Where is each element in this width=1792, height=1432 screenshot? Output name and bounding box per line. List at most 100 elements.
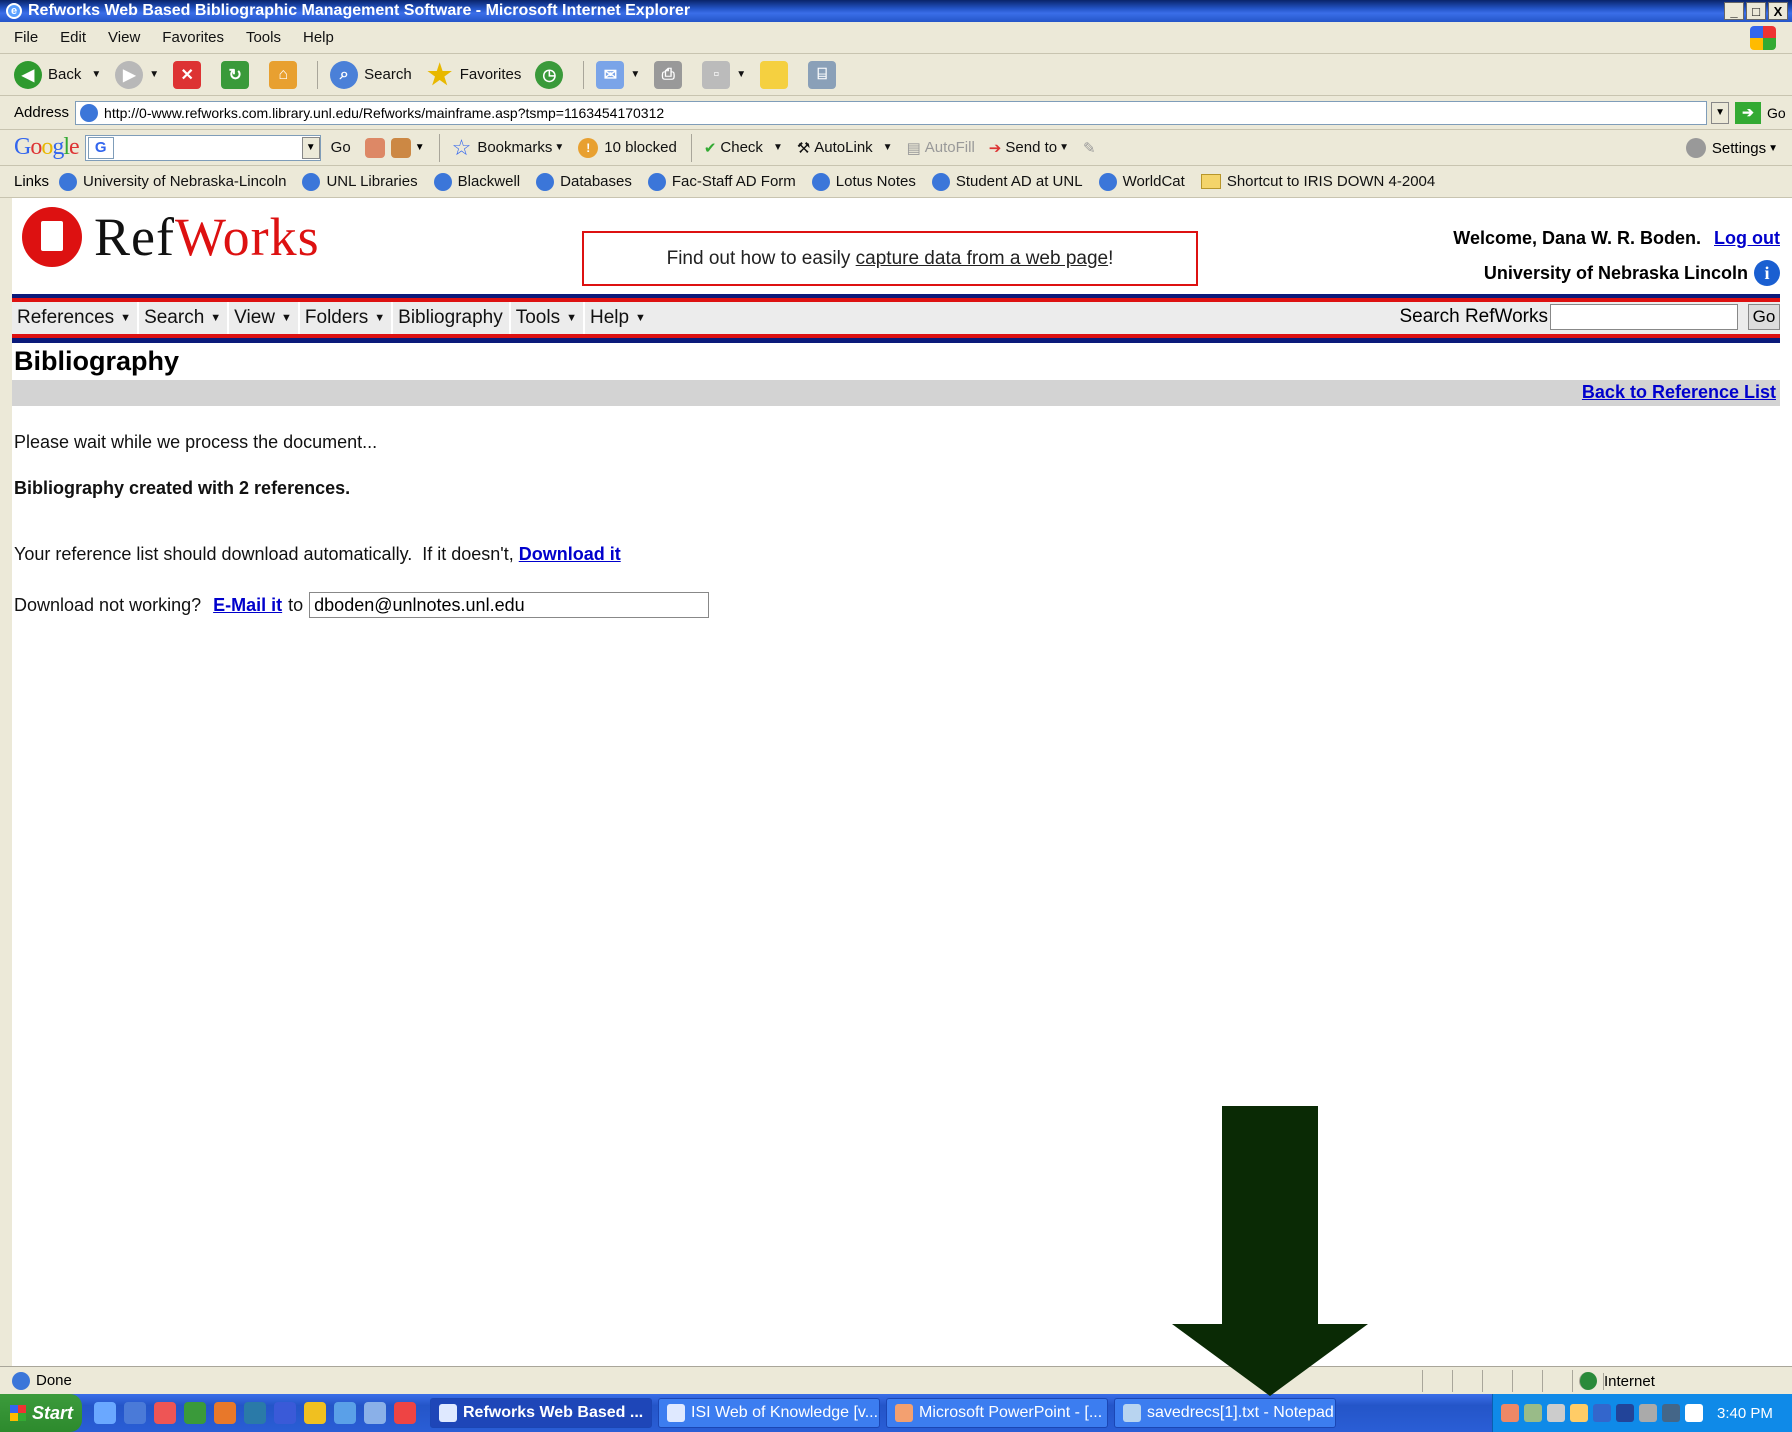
pagerank-dropdown-icon[interactable]: ▼ xyxy=(415,142,425,153)
link-fac-staff[interactable]: Fac-Staff AD Form xyxy=(647,172,796,191)
edit-button[interactable]: ▫ ▼ xyxy=(702,60,746,89)
link-student-ad[interactable]: Student AD at UNL xyxy=(931,172,1083,191)
tray-icon[interactable] xyxy=(1685,1404,1703,1422)
search-refworks-input[interactable] xyxy=(1550,304,1738,330)
nav-help[interactable]: Help ▼ xyxy=(585,302,652,334)
refresh-button[interactable]: ↻ xyxy=(221,60,255,89)
menu-tools[interactable]: Tools xyxy=(246,29,281,46)
mail-dropdown-icon[interactable]: ▼ xyxy=(630,69,640,80)
download-not-working-text: Download not working? xyxy=(14,594,202,615)
google-search-input[interactable]: G ▼ xyxy=(84,134,321,161)
refworks-search: Search RefWorks Go xyxy=(1399,304,1780,330)
google-g-icon[interactable]: G xyxy=(87,136,114,159)
tray-icon[interactable] xyxy=(1501,1404,1519,1422)
nav-references[interactable]: References ▼ xyxy=(12,302,140,334)
tray-icon[interactable] xyxy=(1616,1404,1634,1422)
forward-dropdown-icon[interactable]: ▼ xyxy=(149,69,159,80)
excel-quicklaunch-icon[interactable] xyxy=(184,1402,206,1424)
capture-data-link[interactable]: capture data from a web page xyxy=(856,248,1108,270)
tray-icon[interactable] xyxy=(1593,1404,1611,1422)
mail-button[interactable]: ✉ ▼ xyxy=(596,60,640,89)
autofill-button[interactable]: ▤ AutoFill xyxy=(907,139,975,157)
security-zone[interactable]: Internet xyxy=(1572,1370,1752,1392)
google-toolbar: Google G ▼ Go ▼ ☆ Bookmarks ▼ ! 10 block… xyxy=(0,130,1792,166)
menu-edit[interactable]: Edit xyxy=(60,29,86,46)
desktop-quicklaunch-icon[interactable] xyxy=(124,1402,146,1424)
task-notepad[interactable]: savedrecs[1].txt - Notepad xyxy=(1114,1398,1336,1428)
home-button[interactable]: ⌂ xyxy=(269,60,303,89)
powerpoint-quicklaunch-icon[interactable] xyxy=(214,1402,236,1424)
bookmarks-button[interactable]: ☆ Bookmarks ▼ xyxy=(452,135,565,161)
link-worldcat[interactable]: WorldCat xyxy=(1098,172,1185,191)
task-powerpoint[interactable]: Microsoft PowerPoint - [... xyxy=(886,1398,1108,1428)
stop-button[interactable]: ✕ xyxy=(173,60,207,89)
nav-search[interactable]: Search ▼ xyxy=(139,302,230,334)
task-refworks[interactable]: Refworks Web Based ... xyxy=(430,1398,652,1428)
spell-check-button[interactable]: ✔ Check ▼ xyxy=(704,139,783,157)
nav-bibliography[interactable]: Bibliography xyxy=(393,302,511,334)
logout-link[interactable]: Log out xyxy=(1714,228,1780,248)
tray-icon[interactable] xyxy=(1570,1404,1588,1422)
address-input[interactable]: http://0-www.refworks.com.library.unl.ed… xyxy=(75,100,1708,125)
forward-button[interactable]: ▶ ▼ xyxy=(115,60,159,89)
email-it-link[interactable]: E-Mail it xyxy=(213,595,282,616)
link-databases[interactable]: Databases xyxy=(536,172,632,191)
app-quicklaunch-icon[interactable] xyxy=(394,1402,416,1424)
maximize-button[interactable]: □ xyxy=(1746,2,1766,20)
history-button[interactable]: ◷ xyxy=(535,60,569,89)
note-button[interactable] xyxy=(760,60,794,89)
google-dropdown-icon[interactable]: ▼ xyxy=(301,136,320,159)
research-button[interactable]: ⌸ xyxy=(808,60,842,89)
address-dropdown-icon[interactable]: ▼ xyxy=(1711,101,1730,124)
highlighter-icon[interactable]: ✎ xyxy=(1083,139,1096,157)
publisher-quicklaunch-icon[interactable] xyxy=(244,1402,266,1424)
tray-icon[interactable] xyxy=(1547,1404,1565,1422)
menu-view[interactable]: View xyxy=(108,29,140,46)
google-go-button[interactable]: Go xyxy=(331,139,351,156)
ie-quicklaunch-icon[interactable] xyxy=(94,1402,116,1424)
search-button[interactable]: ⌕ Search xyxy=(330,60,412,89)
email-field[interactable] xyxy=(309,592,710,618)
autolink-button[interactable]: ⚒ AutoLink ▼ xyxy=(797,139,893,157)
clock[interactable]: 3:40 PM xyxy=(1717,1405,1773,1422)
print-button[interactable]: ⎙ xyxy=(654,60,688,89)
back-dropdown-icon[interactable]: ▼ xyxy=(91,69,101,80)
nav-tools[interactable]: Tools ▼ xyxy=(511,302,585,334)
popup-blocker-button[interactable]: ! 10 blocked xyxy=(578,137,677,158)
pagerank-icon[interactable] xyxy=(390,137,411,158)
menu-help[interactable]: Help xyxy=(303,29,334,46)
download-it-link[interactable]: Download it xyxy=(519,544,621,564)
search-quicklaunch-icon[interactable] xyxy=(334,1402,356,1424)
minimize-button[interactable]: _ xyxy=(1724,2,1744,20)
close-button[interactable]: X xyxy=(1768,2,1788,20)
link-lotus-notes[interactable]: Lotus Notes xyxy=(811,172,916,191)
send-to-button[interactable]: ➔ Send to ▼ xyxy=(989,139,1069,157)
nav-view[interactable]: View ▼ xyxy=(229,302,300,334)
edit-dropdown-icon[interactable]: ▼ xyxy=(736,69,746,80)
info-icon[interactable]: i xyxy=(1754,260,1780,286)
start-button[interactable]: Start xyxy=(0,1394,82,1432)
nav-folders[interactable]: Folders ▼ xyxy=(300,302,394,334)
notes-quicklaunch-icon[interactable] xyxy=(304,1402,326,1424)
link-blackwell[interactable]: Blackwell xyxy=(433,172,520,191)
tray-icon[interactable] xyxy=(1662,1404,1680,1422)
link-unl[interactable]: University of Nebraska-Lincoln xyxy=(59,172,286,191)
acrobat-quicklaunch-icon[interactable] xyxy=(154,1402,176,1424)
favorites-button[interactable]: ★ Favorites xyxy=(426,59,521,90)
tray-icon[interactable] xyxy=(1524,1404,1542,1422)
settings-button[interactable]: Settings ▼ xyxy=(1685,138,1778,158)
link-iris-shortcut[interactable]: Shortcut to IRIS DOWN 4-2004 xyxy=(1200,173,1435,190)
menu-favorites[interactable]: Favorites xyxy=(162,29,224,46)
address-go-button[interactable]: ➔ Go xyxy=(1735,101,1786,124)
word-quicklaunch-icon[interactable] xyxy=(274,1402,296,1424)
back-to-reference-list-link[interactable]: Back to Reference List xyxy=(1582,382,1776,403)
messenger-quicklaunch-icon[interactable] xyxy=(364,1402,386,1424)
task-isi[interactable]: ISI Web of Knowledge [v... xyxy=(658,1398,880,1428)
back-button[interactable]: ◀ Back ▼ xyxy=(14,60,101,89)
link-unl-libraries[interactable]: UNL Libraries xyxy=(302,172,418,191)
search-refworks-go-button[interactable]: Go xyxy=(1748,304,1780,330)
tray-icon[interactable] xyxy=(1639,1404,1657,1422)
refworks-logo[interactable]: RefWorks xyxy=(22,206,320,268)
menu-file[interactable]: File xyxy=(14,29,38,46)
news-icon[interactable] xyxy=(364,137,385,158)
